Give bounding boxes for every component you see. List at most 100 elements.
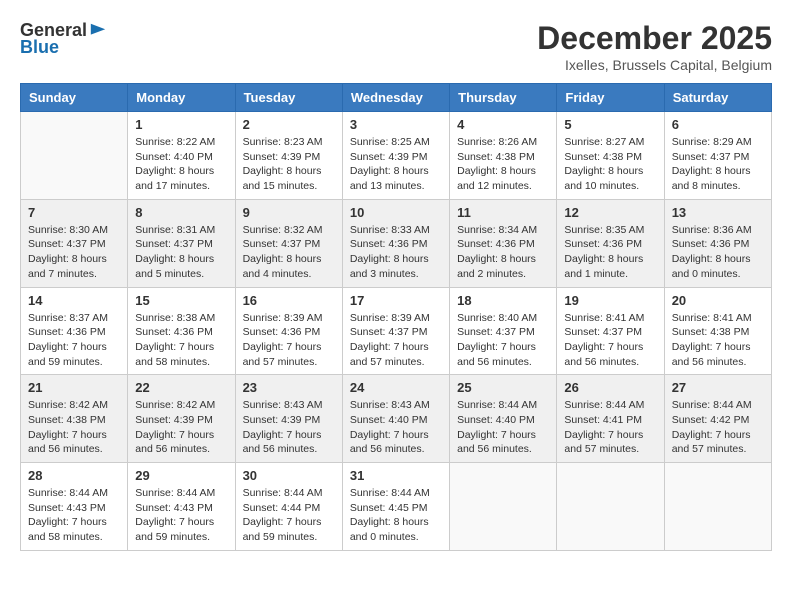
day-number: 21 <box>28 380 120 395</box>
day-number: 28 <box>28 468 120 483</box>
calendar-week-row: 21 Sunrise: 8:42 AMSunset: 4:38 PMDayligh… <box>21 375 772 463</box>
table-row: 22Sunrise: 8:42 AMSunset: 4:39 PMDayligh… <box>128 375 235 463</box>
day-info: Sunrise: 8:44 AMSunset: 4:42 PMDaylight:… <box>672 398 764 457</box>
calendar-week-row: 14 Sunrise: 8:37 AMSunset: 4:36 PMDayligh… <box>21 287 772 375</box>
table-row <box>557 463 664 551</box>
day-number: 12 <box>564 205 656 220</box>
table-row: 2 Sunrise: 8:23 AMSunset: 4:39 PMDaylight… <box>235 112 342 200</box>
day-number: 31 <box>350 468 442 483</box>
day-number: 14 <box>28 293 120 308</box>
title-area: December 2025 Ixelles, Brussels Capital,… <box>537 20 772 73</box>
table-row: 11 Sunrise: 8:34 AMSunset: 4:36 PMDayligh… <box>450 199 557 287</box>
day-number: 11 <box>457 205 549 220</box>
logo-blue: Blue <box>20 37 59 58</box>
location-title: Ixelles, Brussels Capital, Belgium <box>537 57 772 73</box>
table-row: 21 Sunrise: 8:42 AMSunset: 4:38 PMDayligh… <box>21 375 128 463</box>
day-number: 26 <box>564 380 656 395</box>
table-row: 30 Sunrise: 8:44 AMSunset: 4:44 PMDayligh… <box>235 463 342 551</box>
day-info: Sunrise: 8:23 AMSunset: 4:39 PMDaylight:… <box>243 135 335 194</box>
table-row: 26 Sunrise: 8:44 AMSunset: 4:41 PMDayligh… <box>557 375 664 463</box>
table-row: 5 Sunrise: 8:27 AMSunset: 4:38 PMDaylight… <box>557 112 664 200</box>
day-info: Sunrise: 8:44 AMSunset: 4:44 PMDaylight:… <box>243 486 335 545</box>
table-row: 19Sunrise: 8:41 AMSunset: 4:37 PMDayligh… <box>557 287 664 375</box>
day-info: Sunrise: 8:42 AMSunset: 4:38 PMDaylight:… <box>28 398 120 457</box>
table-row: 28Sunrise: 8:44 AMSunset: 4:43 PMDayligh… <box>21 463 128 551</box>
table-row: 7 Sunrise: 8:30 AMSunset: 4:37 PMDaylight… <box>21 199 128 287</box>
day-info: Sunrise: 8:34 AMSunset: 4:36 PMDaylight:… <box>457 223 549 282</box>
header-friday: Friday <box>557 84 664 112</box>
day-number: 24 <box>350 380 442 395</box>
day-info: Sunrise: 8:44 AMSunset: 4:45 PMDaylight:… <box>350 486 442 545</box>
header-wednesday: Wednesday <box>342 84 449 112</box>
day-info: Sunrise: 8:44 AMSunset: 4:41 PMDaylight:… <box>564 398 656 457</box>
table-row: 8Sunrise: 8:31 AMSunset: 4:37 PMDaylight… <box>128 199 235 287</box>
table-row: 14 Sunrise: 8:37 AMSunset: 4:36 PMDayligh… <box>21 287 128 375</box>
header-monday: Monday <box>128 84 235 112</box>
header-tuesday: Tuesday <box>235 84 342 112</box>
table-row: 1Sunrise: 8:22 AMSunset: 4:40 PMDaylight… <box>128 112 235 200</box>
day-info: Sunrise: 8:30 AMSunset: 4:37 PMDaylight:… <box>28 223 120 282</box>
day-number: 29 <box>135 468 227 483</box>
day-number: 25 <box>457 380 549 395</box>
day-number: 6 <box>672 117 764 132</box>
day-number: 9 <box>243 205 335 220</box>
day-number: 10 <box>350 205 442 220</box>
day-info: Sunrise: 8:44 AMSunset: 4:43 PMDaylight:… <box>135 486 227 545</box>
day-number: 8 <box>135 205 227 220</box>
day-number: 18 <box>457 293 549 308</box>
day-info: Sunrise: 8:32 AMSunset: 4:37 PMDaylight:… <box>243 223 335 282</box>
month-title: December 2025 <box>537 20 772 57</box>
day-number: 3 <box>350 117 442 132</box>
day-number: 19 <box>564 293 656 308</box>
table-row: 13Sunrise: 8:36 AMSunset: 4:36 PMDayligh… <box>664 199 771 287</box>
table-row: 29 Sunrise: 8:44 AMSunset: 4:43 PMDayligh… <box>128 463 235 551</box>
table-row: 9 Sunrise: 8:32 AMSunset: 4:37 PMDaylight… <box>235 199 342 287</box>
header-thursday: Thursday <box>450 84 557 112</box>
day-number: 1 <box>135 117 227 132</box>
day-info: Sunrise: 8:35 AMSunset: 4:36 PMDaylight:… <box>564 223 656 282</box>
day-info: Sunrise: 8:40 AMSunset: 4:37 PMDaylight:… <box>457 311 549 370</box>
calendar-week-row: 28 Sunrise: 8:44 AMSunset: 4:43 PMDayligh… <box>21 463 772 551</box>
day-number: 13 <box>672 205 764 220</box>
day-number: 16 <box>243 293 335 308</box>
table-row: 23 Sunrise: 8:43 AMSunset: 4:39 PMDayligh… <box>235 375 342 463</box>
day-info: Sunrise: 8:39 AMSunset: 4:36 PMDaylight:… <box>243 311 335 370</box>
table-row: 25 Sunrise: 8:44 AMSunset: 4:40 PMDayligh… <box>450 375 557 463</box>
day-number: 30 <box>243 468 335 483</box>
day-info: Sunrise: 8:37 AMSunset: 4:36 PMDaylight:… <box>28 311 120 370</box>
table-row <box>664 463 771 551</box>
day-info: Sunrise: 8:44 AMSunset: 4:40 PMDaylight:… <box>457 398 549 457</box>
table-row: 6 Sunrise: 8:29 AMSunset: 4:37 PMDaylight… <box>664 112 771 200</box>
day-info: Sunrise: 8:29 AMSunset: 4:37 PMDaylight:… <box>672 135 764 194</box>
table-row <box>21 112 128 200</box>
table-row: 16 Sunrise: 8:39 AMSunset: 4:36 PMDayligh… <box>235 287 342 375</box>
day-number: 7 <box>28 205 120 220</box>
day-number: 27 <box>672 380 764 395</box>
table-row: 4Sunrise: 8:26 AMSunset: 4:38 PMDaylight… <box>450 112 557 200</box>
header-saturday: Saturday <box>664 84 771 112</box>
day-number: 2 <box>243 117 335 132</box>
logo: General Blue <box>20 20 107 58</box>
table-row: 15 Sunrise: 8:38 AMSunset: 4:36 PMDayligh… <box>128 287 235 375</box>
day-number: 5 <box>564 117 656 132</box>
day-info: Sunrise: 8:43 AMSunset: 4:40 PMDaylight:… <box>350 398 442 457</box>
table-row: 3 Sunrise: 8:25 AMSunset: 4:39 PMDaylight… <box>342 112 449 200</box>
day-info: Sunrise: 8:26 AMSunset: 4:38 PMDaylight:… <box>457 135 549 194</box>
logo-flag-icon <box>89 22 107 40</box>
calendar-header-row: Sunday Monday Tuesday Wednesday Thursday… <box>21 84 772 112</box>
day-number: 15 <box>135 293 227 308</box>
header-sunday: Sunday <box>21 84 128 112</box>
day-info: Sunrise: 8:25 AMSunset: 4:39 PMDaylight:… <box>350 135 442 194</box>
day-info: Sunrise: 8:43 AMSunset: 4:39 PMDaylight:… <box>243 398 335 457</box>
table-row: 10Sunrise: 8:33 AMSunset: 4:36 PMDayligh… <box>342 199 449 287</box>
day-info: Sunrise: 8:38 AMSunset: 4:36 PMDaylight:… <box>135 311 227 370</box>
calendar-week-row: 1Sunrise: 8:22 AMSunset: 4:40 PMDaylight… <box>21 112 772 200</box>
table-row: 27 Sunrise: 8:44 AMSunset: 4:42 PMDayligh… <box>664 375 771 463</box>
table-row: 31 Sunrise: 8:44 AMSunset: 4:45 PMDayligh… <box>342 463 449 551</box>
table-row <box>450 463 557 551</box>
day-info: Sunrise: 8:27 AMSunset: 4:38 PMDaylight:… <box>564 135 656 194</box>
day-number: 22 <box>135 380 227 395</box>
day-number: 23 <box>243 380 335 395</box>
day-info: Sunrise: 8:41 AMSunset: 4:38 PMDaylight:… <box>672 311 764 370</box>
page-header: General Blue December 2025 Ixelles, Brus… <box>20 20 772 73</box>
